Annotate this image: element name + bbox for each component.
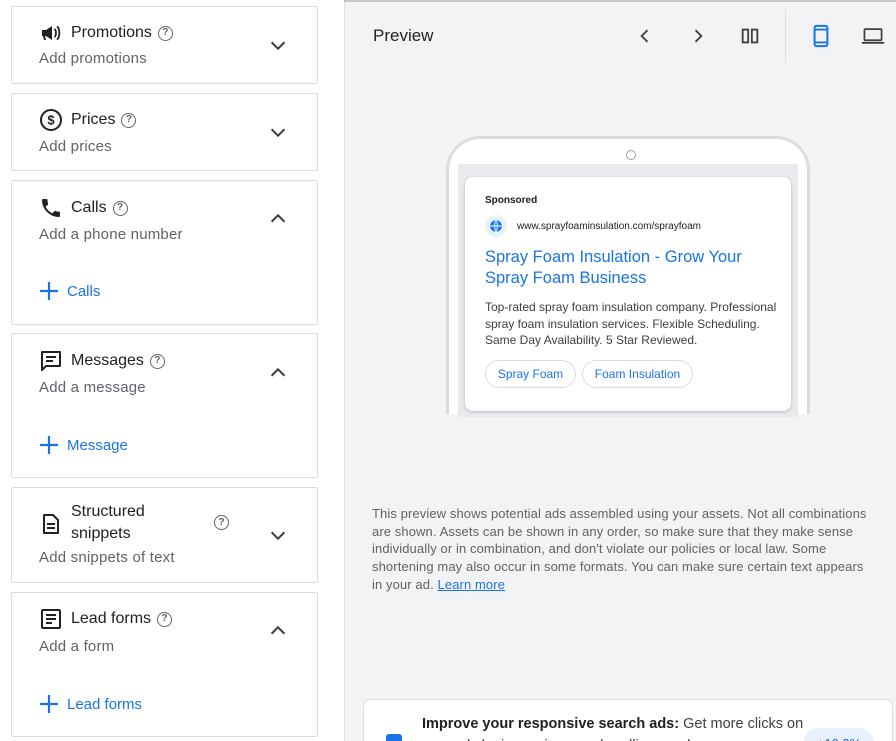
ad-headline-text: Spray Foam Insulation - Grow Your Spray … — [485, 248, 742, 287]
structured-snippets-subtitle: Add snippets of text — [39, 549, 175, 566]
help-icon[interactable]: ? — [149, 353, 165, 369]
assets-column: Promotions ? Add promotions $ Prices ? A… — [0, 0, 344, 741]
ad-preview-card: Sponsored www.sprayfoaminsulation.com/sp… — [465, 177, 791, 411]
chevron-right-icon[interactable] — [686, 24, 710, 48]
document-icon — [39, 512, 63, 536]
sponsored-label: Sponsored — [485, 195, 538, 206]
preview-panel: Preview Sponsored www.sprayfoaminsulatio… — [344, 2, 896, 741]
learn-more-link[interactable]: Learn more — [438, 577, 505, 592]
plus-icon — [40, 282, 58, 300]
improvement-badge: +10.2% — [804, 728, 874, 741]
desktop-view-icon[interactable] — [861, 24, 885, 48]
svg-text:$: $ — [47, 113, 55, 128]
calls-title: Calls — [71, 199, 107, 216]
phone-screen: Sponsored www.sprayfoaminsulation.com/sp… — [458, 164, 798, 417]
prices-header: $ Prices ? — [39, 108, 137, 132]
dollar-circle-icon: $ — [39, 108, 63, 132]
sitelink-chip[interactable]: Foam Insulation — [582, 360, 693, 388]
messages-subtitle: Add a message — [39, 379, 146, 396]
messages-header: Messages ? — [39, 349, 165, 373]
help-icon[interactable]: ? — [157, 611, 173, 627]
globe-icon — [485, 215, 507, 237]
calls-header: Calls ? — [39, 196, 128, 220]
messages-card[interactable]: Messages ? Add a message Message — [11, 333, 318, 478]
improve-text: Improve your responsive search ads: Get … — [422, 713, 812, 741]
promotions-card[interactable]: Promotions ? Add promotions — [11, 6, 318, 84]
messages-title: Messages — [71, 352, 144, 369]
ad-headline[interactable]: Spray Foam Insulation - Grow Your Spray … — [485, 247, 775, 289]
add-calls-label: Calls — [67, 282, 101, 300]
add-message-label: Message — [67, 436, 128, 454]
structured-snippets-card[interactable]: Structured snippets ? Add snippets of te… — [11, 487, 318, 583]
help-icon[interactable]: ? — [214, 515, 229, 530]
promotions-header: Promotions ? — [39, 21, 173, 45]
add-lead-forms-label: Lead forms — [67, 695, 143, 713]
add-calls-button[interactable]: Calls — [39, 281, 100, 301]
chevron-down-icon[interactable] — [267, 34, 289, 56]
promotions-title: Promotions — [71, 24, 152, 41]
lead-forms-subtitle: Add a form — [39, 638, 115, 655]
plus-icon — [40, 436, 58, 454]
sitelink-chip[interactable]: Spray Foam — [485, 360, 576, 388]
chevron-left-icon[interactable] — [633, 24, 657, 48]
phone-mockup: Sponsored www.sprayfoaminsulation.com/sp… — [446, 136, 810, 417]
chevron-down-icon[interactable] — [267, 121, 289, 143]
help-icon[interactable]: ? — [121, 112, 137, 128]
improve-ads-card[interactable]: Improve your responsive search ads: Get … — [363, 699, 893, 741]
columns-view-icon[interactable] — [738, 24, 762, 48]
plus-icon — [40, 695, 58, 713]
ad-description: Top-rated spray foam insulation company.… — [485, 300, 777, 347]
form-icon — [39, 607, 63, 631]
prices-subtitle: Add prices — [39, 138, 112, 155]
add-message-button[interactable]: Message — [39, 435, 128, 455]
prices-card[interactable]: $ Prices ? Add prices — [11, 93, 318, 171]
structured-snippets-title: Structured snippets — [71, 503, 145, 542]
lead-forms-card[interactable]: Lead forms ? Add a form Lead forms — [11, 592, 318, 737]
prices-title: Prices — [71, 111, 116, 128]
message-icon — [39, 349, 63, 373]
chevron-up-icon[interactable] — [267, 208, 289, 230]
chevron-up-icon[interactable] — [267, 620, 289, 642]
add-lead-forms-button[interactable]: Lead forms — [39, 694, 142, 714]
help-icon[interactable]: ? — [157, 25, 173, 41]
preview-title: Preview — [373, 26, 434, 45]
improve-icon — [386, 734, 402, 741]
phone-camera — [626, 150, 636, 160]
chevron-up-icon[interactable] — [267, 362, 289, 384]
promotions-subtitle: Add promotions — [39, 50, 147, 67]
calls-card[interactable]: Calls ? Add a phone number Calls — [11, 180, 318, 325]
mobile-view-icon[interactable] — [809, 24, 833, 48]
chevron-down-icon[interactable] — [267, 524, 289, 546]
lead-forms-title: Lead forms — [71, 610, 152, 627]
ad-display-url: www.sprayfoaminsulation.com/sprayfoam — [517, 221, 701, 232]
help-icon[interactable]: ? — [112, 200, 128, 216]
megaphone-icon — [39, 21, 63, 45]
toolbar-divider — [785, 10, 786, 62]
improve-title: Improve your responsive search ads: — [422, 716, 680, 732]
phone-icon — [39, 196, 63, 220]
preview-disclaimer: This preview shows potential ads assembl… — [372, 505, 872, 594]
calls-subtitle: Add a phone number — [39, 226, 183, 243]
lead-forms-header: Lead forms ? — [39, 607, 173, 631]
